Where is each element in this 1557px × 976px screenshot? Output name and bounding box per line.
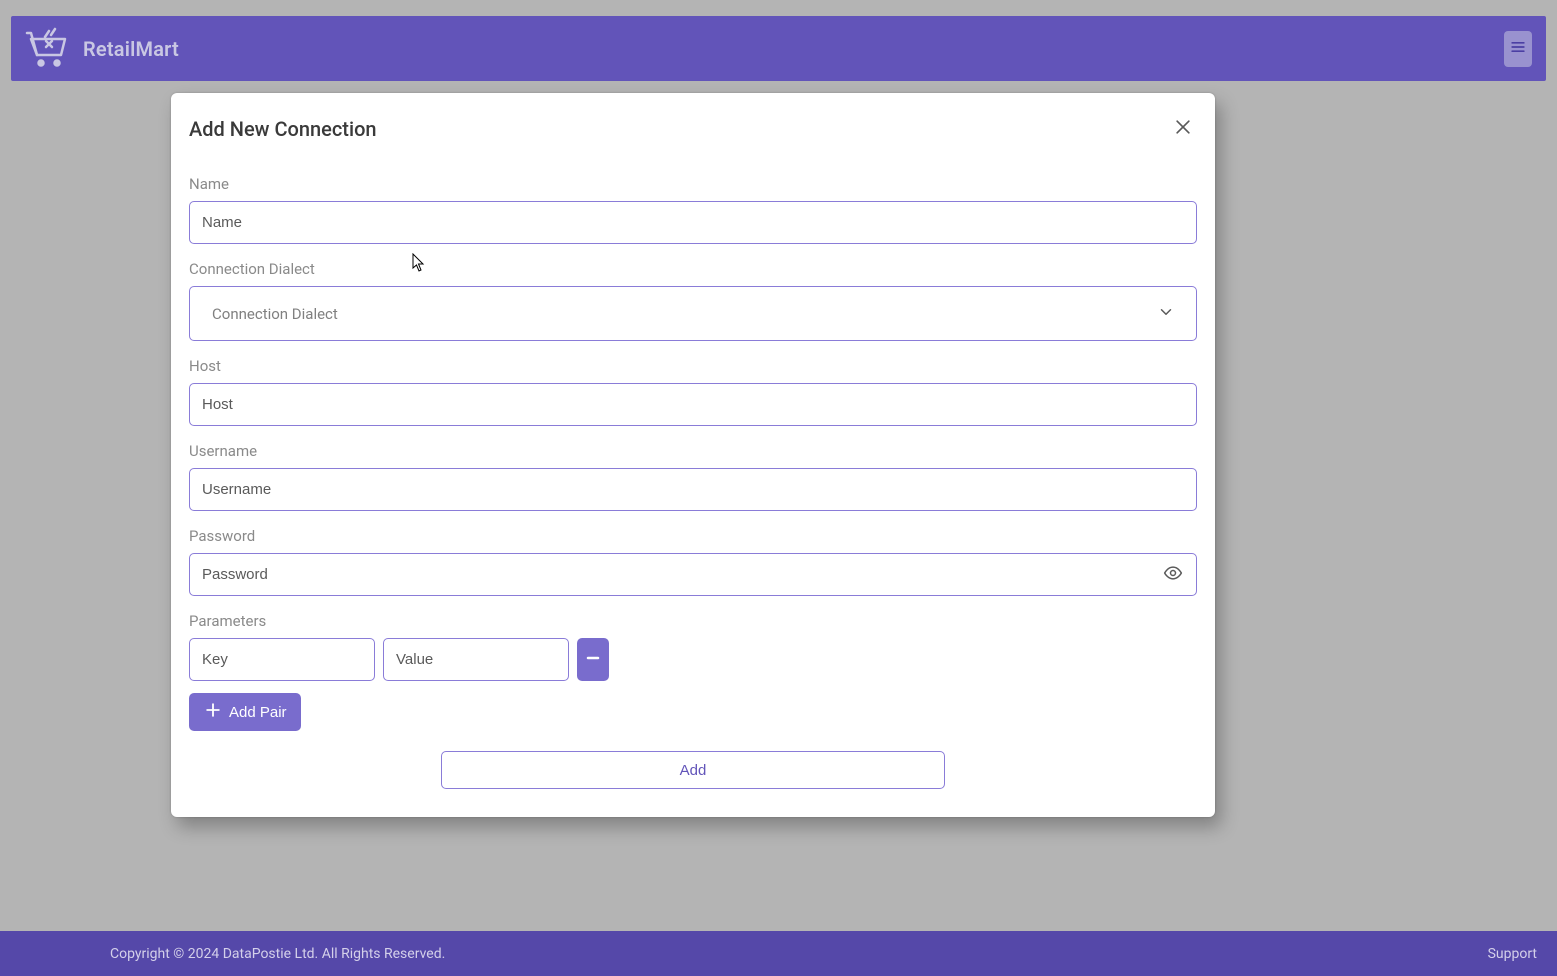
add-connection-label: Add <box>680 762 707 779</box>
add-pair-label: Add Pair <box>229 704 287 721</box>
dialect-placeholder: Connection Dialect <box>212 305 338 323</box>
field-parameters: Parameters Add Pair <box>189 612 1197 731</box>
modal-title: Add New Connection <box>189 117 377 141</box>
plus-icon <box>203 700 223 724</box>
copyright-text: Copyright © 2024 DataPostie Ltd. All Rig… <box>110 946 445 962</box>
support-link[interactable]: Support <box>1488 946 1537 962</box>
hamburger-icon <box>1508 37 1528 61</box>
name-label: Name <box>189 175 1197 193</box>
name-input[interactable] <box>189 201 1197 244</box>
host-input[interactable] <box>189 383 1197 426</box>
add-connection-modal: Add New Connection Name Connection Diale… <box>171 93 1215 817</box>
field-host: Host <box>189 357 1197 426</box>
field-password: Password <box>189 527 1197 596</box>
parameters-label: Parameters <box>189 612 1197 630</box>
parameter-value-input[interactable] <box>383 638 569 681</box>
add-connection-button[interactable]: Add <box>441 751 945 789</box>
close-icon <box>1173 122 1193 141</box>
brand-name: RetailMart <box>83 37 179 61</box>
menu-button[interactable] <box>1504 31 1532 67</box>
parameter-row <box>189 638 1197 681</box>
toggle-password-visibility[interactable] <box>1163 563 1183 587</box>
password-input[interactable] <box>189 553 1197 596</box>
dialect-label: Connection Dialect <box>189 260 1197 278</box>
username-label: Username <box>189 442 1197 460</box>
add-pair-button[interactable]: Add Pair <box>189 693 301 731</box>
close-button[interactable] <box>1169 113 1197 145</box>
dialect-select[interactable]: Connection Dialect <box>189 286 1197 341</box>
minus-icon <box>583 648 603 671</box>
app-header: RetailMart <box>11 16 1546 81</box>
username-input[interactable] <box>189 468 1197 511</box>
host-label: Host <box>189 357 1197 375</box>
brand: RetailMart <box>25 27 179 71</box>
cart-logo-icon <box>25 27 73 71</box>
app-footer: Copyright © 2024 DataPostie Ltd. All Rig… <box>0 931 1557 976</box>
eye-icon <box>1163 563 1183 587</box>
password-label: Password <box>189 527 1197 545</box>
field-username: Username <box>189 442 1197 511</box>
parameter-key-input[interactable] <box>189 638 375 681</box>
field-dialect: Connection Dialect Connection Dialect <box>189 260 1197 341</box>
field-name: Name <box>189 175 1197 244</box>
modal-header: Add New Connection <box>189 113 1197 145</box>
remove-pair-button[interactable] <box>577 638 609 681</box>
